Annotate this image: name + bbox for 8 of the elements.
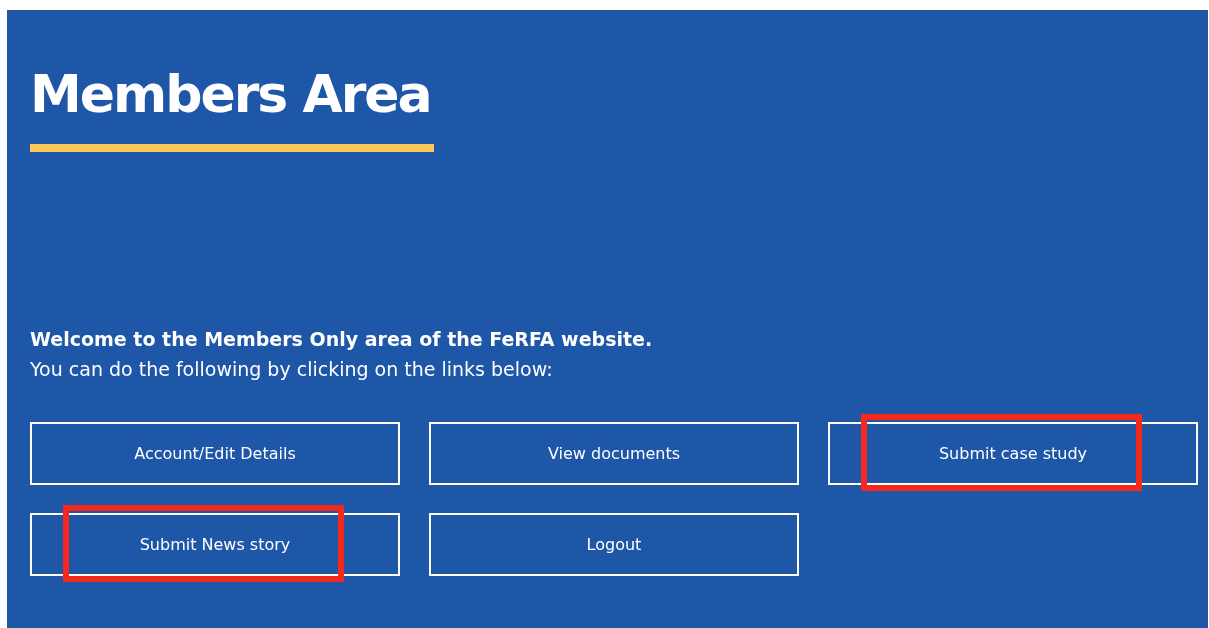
page-title: Members Area (30, 63, 431, 126)
intro-text: You can do the following by clicking on the links below: (30, 357, 553, 382)
link-button[interactable]: Logout (429, 513, 799, 576)
welcome-heading: Welcome to the Members Only area of the FeRFA website. (30, 327, 653, 352)
link-button[interactable]: Submit case study (828, 422, 1198, 485)
link-button[interactable]: Submit News story (30, 513, 400, 576)
link-button[interactable]: View documents (429, 422, 799, 485)
link-button[interactable]: Account/Edit Details (30, 422, 400, 485)
